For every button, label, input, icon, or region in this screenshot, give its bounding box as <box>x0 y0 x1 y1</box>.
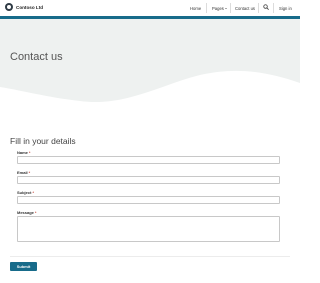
message-label: Message* <box>17 210 36 215</box>
required-mark: * <box>28 170 31 175</box>
required-mark: * <box>34 210 37 215</box>
divider <box>10 256 290 257</box>
message-textarea[interactable] <box>17 216 280 242</box>
nav-divider <box>258 3 259 13</box>
email-label: Email* <box>17 170 30 175</box>
submit-button[interactable]: Submit <box>10 262 37 271</box>
nav-divider <box>206 3 207 13</box>
nav-pages-label: Pages <box>212 5 224 11</box>
top-navbar: Contoso Ltd Home Pages Contact us Sign i… <box>0 0 300 16</box>
brand[interactable]: Contoso Ltd <box>5 3 43 11</box>
nav-item-contact[interactable]: Contact us <box>235 4 255 12</box>
circle-logo-icon <box>5 3 13 11</box>
sign-in-link[interactable]: Sign in <box>279 4 292 12</box>
sign-in-label: Sign in <box>279 5 292 11</box>
subject-field[interactable] <box>17 196 280 204</box>
search-icon[interactable] <box>263 4 269 10</box>
subject-label: Subject* <box>17 190 34 195</box>
required-mark: * <box>32 190 35 195</box>
message-label-text: Message <box>17 210 34 215</box>
name-label-text: Name <box>17 150 28 155</box>
brand-name: Contoso Ltd <box>16 4 44 10</box>
form-title: Fill in your details <box>10 136 76 146</box>
chevron-down-icon <box>225 7 228 9</box>
page-title: Contact us <box>10 51 63 63</box>
required-mark: * <box>28 150 31 155</box>
nav-item-pages[interactable]: Pages <box>212 4 228 12</box>
hero-banner: Contact us <box>0 19 300 111</box>
email-field[interactable] <box>17 176 280 184</box>
email-label-text: Email <box>17 170 28 175</box>
nav-divider <box>230 3 231 13</box>
nav-contact-label: Contact us <box>235 5 256 11</box>
subject-label-text: Subject <box>17 190 32 195</box>
nav-home-label: Home <box>190 5 202 11</box>
name-field[interactable] <box>17 156 280 164</box>
nav-divider <box>273 3 274 13</box>
nav-item-home[interactable]: Home <box>190 4 201 12</box>
name-label: Name* <box>17 150 30 155</box>
hero-wave-background <box>0 19 300 103</box>
